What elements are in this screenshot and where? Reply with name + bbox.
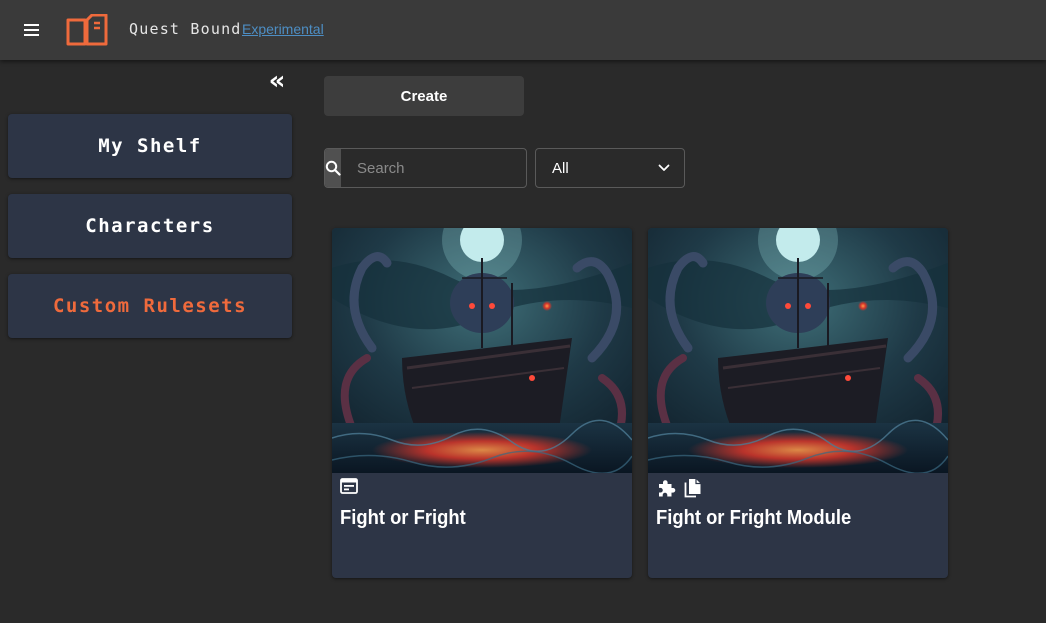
filter-select-value: All [552,159,569,177]
sidebar-item-label: Characters [85,215,215,237]
create-button-label: Create [400,87,448,105]
web-asset-icon [340,478,358,494]
top-app-bar: Quest Bound Experimental [0,0,1046,60]
filter-select[interactable]: All [535,148,685,188]
sidebar-item-my-shelf[interactable]: My Shelf [8,114,292,178]
sidebar-item-label: Custom Rulesets [52,295,248,317]
card-title: Fight or Fright [340,507,466,529]
chevron-down-icon [658,164,670,171]
sidebar-item-custom-rulesets[interactable]: Custom Rulesets [8,274,292,338]
puzzle-piece-icon [659,480,676,497]
create-button[interactable]: Create [324,76,524,116]
ruleset-cover-image [648,228,948,473]
experimental-link[interactable]: Experimental [242,21,324,37]
app-title: Quest Bound [129,20,242,38]
collapse-sidebar-icon[interactable]: « [266,68,288,94]
search-input[interactable] [341,149,526,187]
open-book-logo-icon [66,14,108,46]
ruleset-cover-image [332,228,632,473]
search-button[interactable] [325,149,341,187]
search-icon [325,160,341,176]
sidebar-item-characters[interactable]: Characters [8,194,292,258]
hamburger-menu-icon[interactable] [18,18,44,42]
ruleset-card[interactable]: Fight or Fright [332,228,632,578]
copy-icon [684,479,701,498]
sidebar-item-label: My Shelf [98,135,202,157]
search-box [324,148,527,188]
card-title: Fight or Fright Module [656,507,852,529]
ruleset-card[interactable]: Fight or Fright Module [648,228,948,578]
